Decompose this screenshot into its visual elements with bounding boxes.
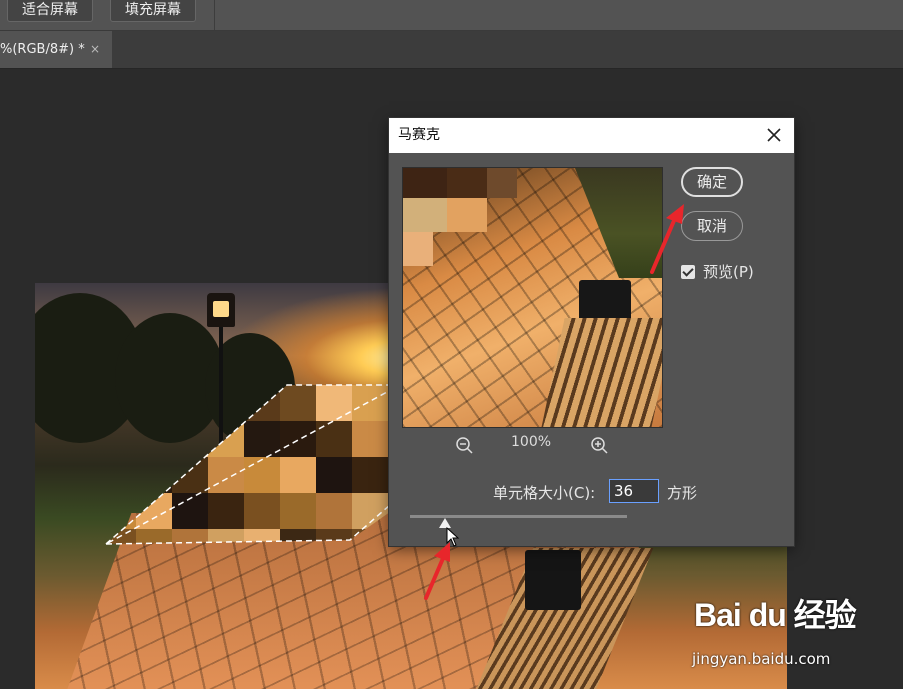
toolbar-divider	[214, 0, 215, 30]
document-tab-title: %(RGB/8#) *	[0, 42, 85, 57]
preview-mosaic-cell	[447, 198, 487, 232]
lamp-post	[219, 323, 223, 473]
preview-checkbox-row[interactable]: 预览(P)	[681, 262, 754, 282]
preview-mosaic-cell	[403, 198, 447, 232]
close-tab-icon[interactable]: ×	[90, 31, 100, 68]
preview-mosaic-cell	[403, 232, 433, 266]
document-tab-strip: %(RGB/8#) * ×	[0, 31, 903, 69]
preview-bench	[541, 318, 662, 427]
preview-label: 预览(P)	[703, 263, 754, 281]
cell-size-input[interactable]	[609, 479, 659, 503]
close-icon[interactable]	[765, 126, 783, 144]
preview-mosaic-cell	[403, 168, 447, 198]
filter-preview[interactable]	[402, 167, 663, 428]
zoom-in-icon[interactable]	[590, 436, 610, 456]
mouse-cursor-icon	[446, 527, 460, 547]
mosaic-dialog: 马赛克 100% 确定 取消 预览(P) 单元格大小(C): 方形	[389, 118, 794, 546]
dialog-titlebar[interactable]: 马赛克	[389, 118, 794, 153]
fit-screen-button[interactable]: 适合屏幕	[7, 0, 93, 22]
zoom-out-icon[interactable]	[455, 436, 475, 456]
dialog-title: 马赛克	[398, 127, 440, 143]
cell-unit-label: 方形	[667, 484, 698, 502]
fill-screen-button[interactable]: 填充屏幕	[110, 0, 196, 22]
trash-bin	[525, 550, 581, 610]
lamp-light	[213, 301, 229, 317]
annotation-arrow-slider	[424, 542, 450, 600]
preview-mosaic-cell	[487, 168, 517, 198]
cancel-button[interactable]: 取消	[681, 211, 743, 241]
document-tab[interactable]: %(RGB/8#) * ×	[0, 31, 112, 68]
cell-size-label: 单元格大小(C):	[493, 484, 596, 502]
options-bar: 适合屏幕 填充屏幕	[0, 0, 903, 31]
ok-button[interactable]: 确定	[681, 167, 743, 197]
watermark-url: jingyan.baidu.com	[692, 650, 831, 668]
watermark-logo: Bai du 经验	[694, 597, 857, 633]
annotation-arrow-ok	[650, 204, 684, 274]
preview-mosaic-cell	[447, 168, 487, 198]
zoom-level: 100%	[511, 434, 552, 450]
baidu-watermark: Bai du 经验 jingyan.baidu.com	[692, 590, 857, 668]
